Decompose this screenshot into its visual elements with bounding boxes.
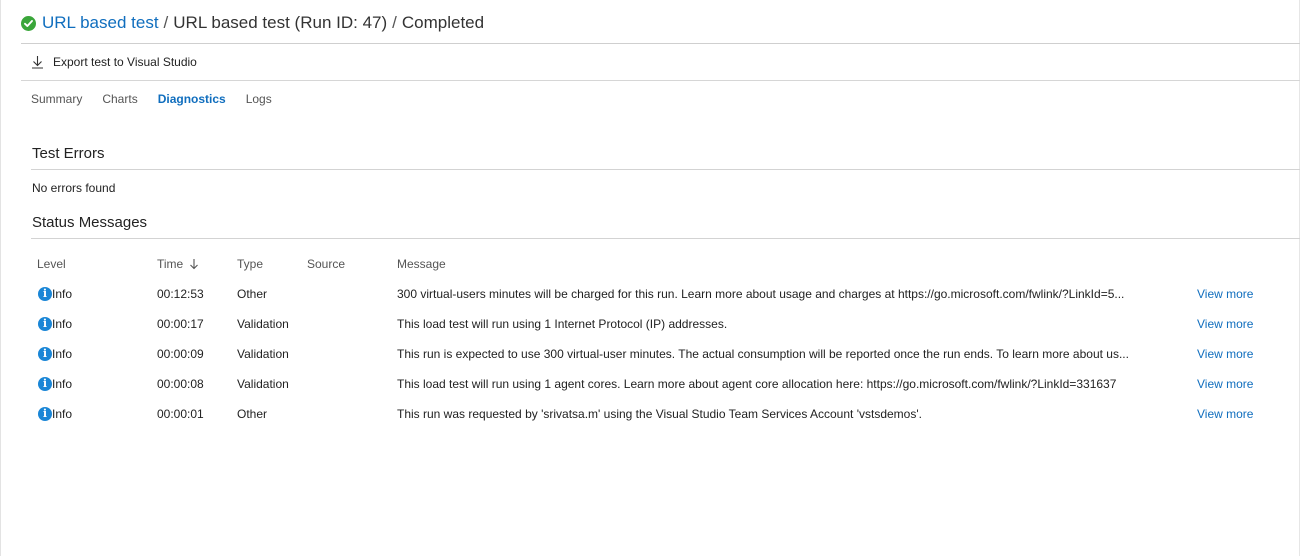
column-label-type: Type	[237, 257, 264, 271]
message-cell: This run was requested by 'srivatsa.m' u…	[397, 407, 922, 421]
view-more-link[interactable]: View more	[1197, 339, 1253, 369]
test-errors-divider	[31, 169, 1300, 170]
table-row[interactable]: i Info 00:00:09 Validation This run is ex…	[0, 339, 1300, 369]
left-border	[0, 0, 1, 556]
level-cell: i Info	[38, 279, 72, 309]
table-row[interactable]: i Info 00:00:17 Validation This load test…	[0, 309, 1300, 339]
column-label-level: Level	[37, 257, 66, 271]
view-more-link[interactable]: View more	[1197, 309, 1253, 339]
time-cell: 00:12:53	[157, 287, 204, 301]
level-text: Info	[52, 407, 73, 421]
check-circle-icon	[21, 15, 36, 31]
type-cell: Other	[237, 287, 268, 301]
table-row[interactable]: i Info 00:00:08 Validation This load test…	[0, 369, 1300, 399]
column-label-source: Source	[307, 257, 346, 271]
time-cell: 00:00:09	[157, 347, 204, 361]
column-header-time[interactable]: Time	[157, 257, 199, 271]
level-text: Info	[52, 287, 73, 301]
export-label: Export test to Visual Studio	[53, 55, 197, 69]
tab-bar: Summary Charts Diagnostics Logs	[31, 90, 292, 108]
info-icon: i	[38, 317, 52, 332]
status-messages-title: Status Messages	[32, 214, 148, 231]
run-name: URL based test (Run ID: 47)	[173, 13, 388, 32]
column-label-time: Time	[157, 257, 184, 271]
info-icon: i	[38, 377, 52, 392]
breadcrumb: URL based test / URL based test (Run ID:…	[21, 10, 484, 36]
tab-logs[interactable]: Logs	[246, 90, 272, 108]
time-cell: 00:00:17	[157, 317, 204, 331]
type-cell: Other	[237, 407, 268, 421]
info-icon: i	[38, 287, 52, 302]
level-cell: i Info	[38, 369, 72, 399]
breadcrumb-separator: /	[392, 13, 397, 32]
column-header-source[interactable]: Source	[307, 257, 345, 271]
time-cell: 00:00:08	[157, 377, 204, 391]
message-cell: This load test will run using 1 agent co…	[397, 377, 1117, 391]
level-cell: i Info	[38, 399, 72, 429]
time-cell: 00:00:01	[157, 407, 204, 421]
test-link[interactable]: URL based test	[42, 13, 159, 33]
info-icon: i	[38, 407, 52, 422]
level-cell: i Info	[38, 309, 72, 339]
toolbar-divider	[21, 80, 1300, 81]
message-cell: This load test will run using 1 Internet…	[397, 317, 728, 331]
level-text: Info	[52, 377, 73, 391]
view-more-link[interactable]: View more	[1197, 279, 1253, 309]
view-more-link[interactable]: View more	[1197, 399, 1253, 429]
download-icon	[31, 55, 44, 69]
message-cell: This run is expected to use 300 virtual-…	[397, 347, 1129, 361]
level-text: Info	[52, 347, 73, 361]
run-status: Completed	[401, 13, 485, 32]
tab-charts[interactable]: Charts	[102, 90, 137, 108]
no-errors-text: No errors found	[32, 181, 116, 195]
test-errors-title: Test Errors	[32, 145, 105, 162]
type-cell: Validation	[237, 377, 289, 391]
tab-summary[interactable]: Summary	[31, 90, 82, 108]
type-cell: Validation	[237, 347, 289, 361]
info-icon: i	[38, 347, 52, 362]
header-divider	[21, 43, 1300, 44]
arrow-down-icon	[189, 258, 199, 270]
breadcrumb-separator: /	[163, 13, 169, 32]
status-messages-divider	[31, 238, 1300, 239]
view-more-link[interactable]: View more	[1197, 369, 1253, 399]
column-header-message[interactable]: Message	[397, 257, 446, 271]
level-cell: i Info	[38, 339, 72, 369]
column-header-level[interactable]: Level	[37, 257, 66, 271]
table-row[interactable]: i Info 00:00:01 Other This run was reques…	[0, 399, 1300, 429]
tab-diagnostics[interactable]: Diagnostics	[158, 90, 226, 108]
message-cell: 300 virtual-users minutes will be charge…	[397, 287, 1125, 301]
column-label-message: Message	[397, 257, 446, 271]
export-button[interactable]: Export test to Visual Studio	[31, 52, 197, 72]
table-row[interactable]: i Info 00:12:53 Other 300 virtual-users m…	[0, 279, 1300, 309]
type-cell: Validation	[237, 317, 289, 331]
column-header-type[interactable]: Type	[237, 257, 263, 271]
level-text: Info	[52, 317, 73, 331]
